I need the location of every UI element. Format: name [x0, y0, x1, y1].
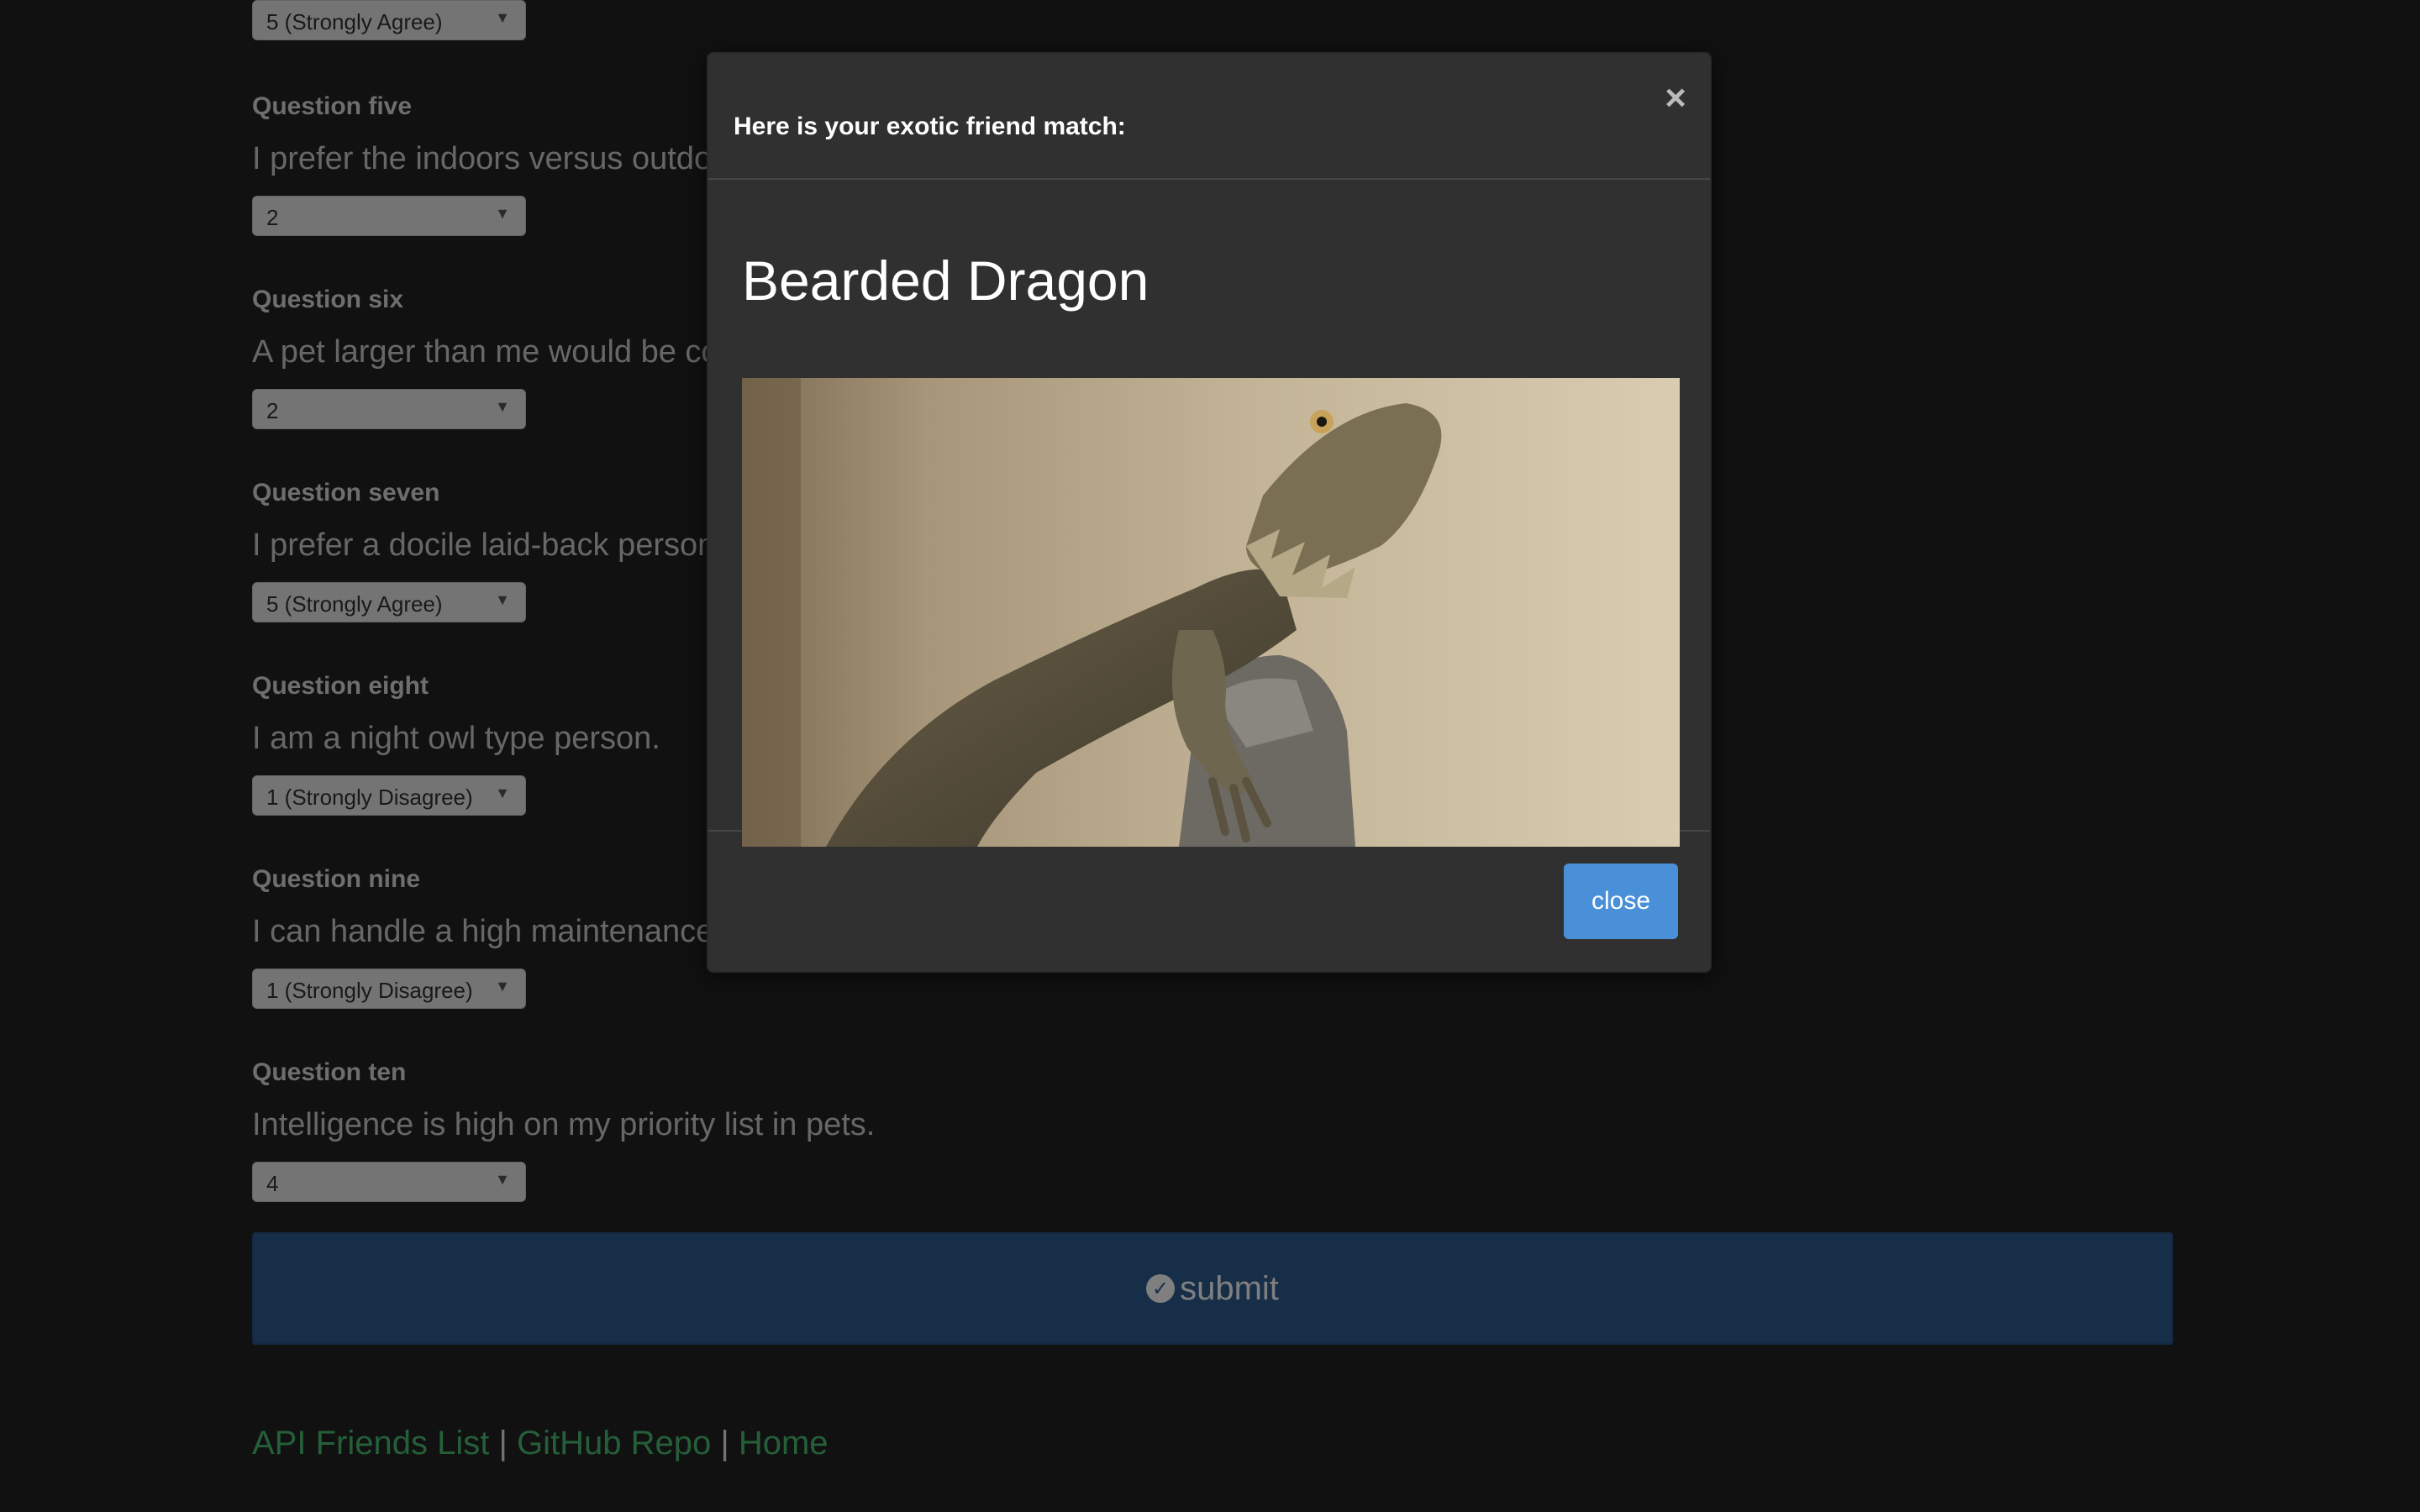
modal-footer: close	[708, 832, 1710, 973]
pet-name: Bearded Dragon	[742, 249, 1150, 312]
close-icon[interactable]: ×	[1665, 77, 1686, 119]
modal-header: Here is your exotic friend match: ×	[708, 54, 1710, 180]
modal-body: Bearded Dragon	[708, 180, 1710, 847]
pet-image	[742, 378, 1680, 847]
close-button[interactable]: close	[1564, 864, 1678, 939]
match-modal: Here is your exotic friend match: × Bear…	[707, 52, 1712, 973]
modal-title: Here is your exotic friend match:	[734, 113, 1126, 140]
